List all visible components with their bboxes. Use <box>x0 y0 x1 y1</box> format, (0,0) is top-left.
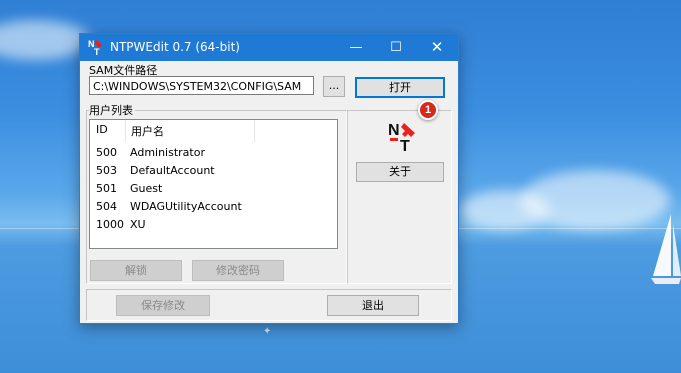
title-bar[interactable]: N T NTPWEdit 0.7 (64-bit) — ☐ ✕ <box>80 34 458 61</box>
user-name: XU <box>130 218 146 231</box>
user-name: Guest <box>130 182 163 195</box>
user-id: 501 <box>96 182 117 195</box>
minimize-button[interactable]: — <box>336 34 376 61</box>
user-id: 503 <box>96 164 117 177</box>
change-password-button[interactable]: 修改密码 <box>192 260 284 281</box>
app-logo-icon: N T <box>388 122 415 153</box>
user-id: 1000 <box>96 218 124 231</box>
ntpwedit-window: N T NTPWEdit 0.7 (64-bit) — ☐ ✕ SAM文件路径 … <box>79 33 459 324</box>
user-id: 504 <box>96 200 117 213</box>
user-name: DefaultAccount <box>130 164 215 177</box>
user-list[interactable]: ID 用户名 500 Administrator 503 DefaultAcco… <box>89 119 338 249</box>
list-item[interactable]: 500 Administrator <box>90 146 337 163</box>
user-id: 500 <box>96 146 117 159</box>
column-separator <box>254 120 255 142</box>
svg-text:T: T <box>94 47 100 56</box>
cloud <box>0 20 90 60</box>
column-separator <box>125 120 126 142</box>
user-name: Administrator <box>130 146 205 159</box>
unlock-button[interactable]: 解锁 <box>90 260 182 281</box>
list-header: ID 用户名 <box>90 120 337 142</box>
browse-button[interactable]: ... <box>323 76 345 97</box>
user-name: WDAGUtilityAccount <box>130 200 242 213</box>
list-item[interactable]: 1000 XU <box>90 218 337 235</box>
sam-path-input[interactable]: C:\WINDOWS\SYSTEM32\CONFIG\SAM <box>89 76 314 95</box>
sailboat-icon <box>651 214 681 284</box>
cloud <box>460 190 550 230</box>
svg-text:T: T <box>400 138 410 153</box>
sparkle: ✦ <box>263 326 272 337</box>
window-title: NTPWEdit 0.7 (64-bit) <box>110 40 240 54</box>
exit-button[interactable]: 退出 <box>327 295 419 316</box>
list-item[interactable]: 501 Guest <box>90 182 337 199</box>
list-item[interactable]: 504 WDAGUtilityAccount <box>90 200 337 217</box>
app-logo-icon: N T <box>88 39 102 56</box>
step-badge: 1 <box>418 100 438 120</box>
about-button[interactable]: 关于 <box>356 162 444 182</box>
user-list-label: 用户列表 <box>89 102 135 118</box>
column-username-header[interactable]: 用户名 <box>131 123 164 139</box>
list-item[interactable]: 503 DefaultAccount <box>90 164 337 181</box>
column-id-header[interactable]: ID <box>96 123 108 136</box>
maximize-button[interactable]: ☐ <box>376 34 416 61</box>
save-changes-button[interactable]: 保存修改 <box>116 295 210 316</box>
close-button[interactable]: ✕ <box>417 34 457 61</box>
open-button[interactable]: 打开 <box>355 77 445 98</box>
svg-text:N: N <box>388 122 400 139</box>
